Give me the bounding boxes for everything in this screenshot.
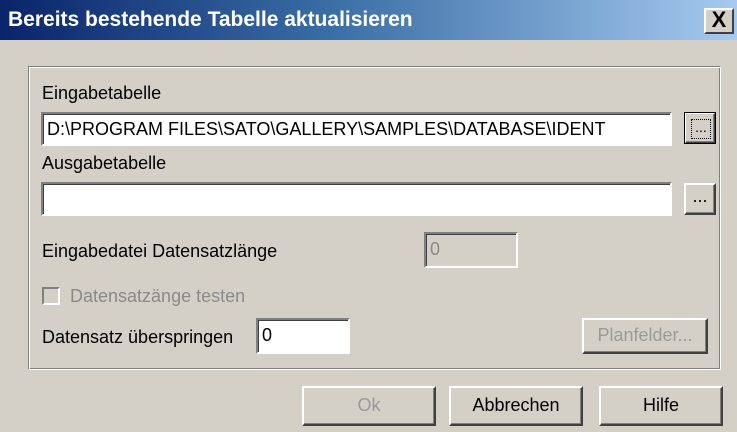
close-icon: X (711, 7, 727, 32)
record-length-field[interactable]: 0 (424, 232, 518, 268)
help-button[interactable]: Hilfe (599, 386, 723, 426)
output-table-browse-button[interactable]: ... (684, 183, 716, 215)
record-length-label: Eingabedatei Datensatzlänge (42, 241, 278, 261)
planfelder-button[interactable]: Planfelder... (582, 318, 708, 354)
output-table-label: Ausgabetabelle (42, 153, 167, 173)
skip-record-label: Datensatz überspringen (42, 327, 234, 347)
skip-record-field[interactable]: 0 (256, 318, 350, 354)
cancel-button[interactable]: Abbrechen (449, 386, 583, 426)
input-table-browse-button[interactable]: ... (684, 112, 716, 144)
input-table-field[interactable]: D:\PROGRAM FILES\SATO\GALLERY\SAMPLES\DA… (41, 112, 672, 146)
ok-button[interactable]: Ok (302, 386, 436, 426)
ellipsis-icon: ... (691, 119, 711, 139)
output-table-field[interactable] (41, 182, 672, 216)
window-title: Bereits bestehende Tabelle aktualisieren (8, 8, 413, 31)
title-bar[interactable]: Bereits bestehende Tabelle aktualisieren… (0, 0, 737, 40)
input-table-label: Eingabetabelle (42, 83, 162, 103)
ellipsis-icon: ... (692, 186, 708, 206)
test-record-label: Datensatzänge testen (70, 286, 246, 306)
test-record-checkbox[interactable] (42, 287, 60, 305)
dialog-window: Bereits bestehende Tabelle aktualisieren… (0, 0, 737, 432)
close-button[interactable]: X (704, 8, 734, 34)
